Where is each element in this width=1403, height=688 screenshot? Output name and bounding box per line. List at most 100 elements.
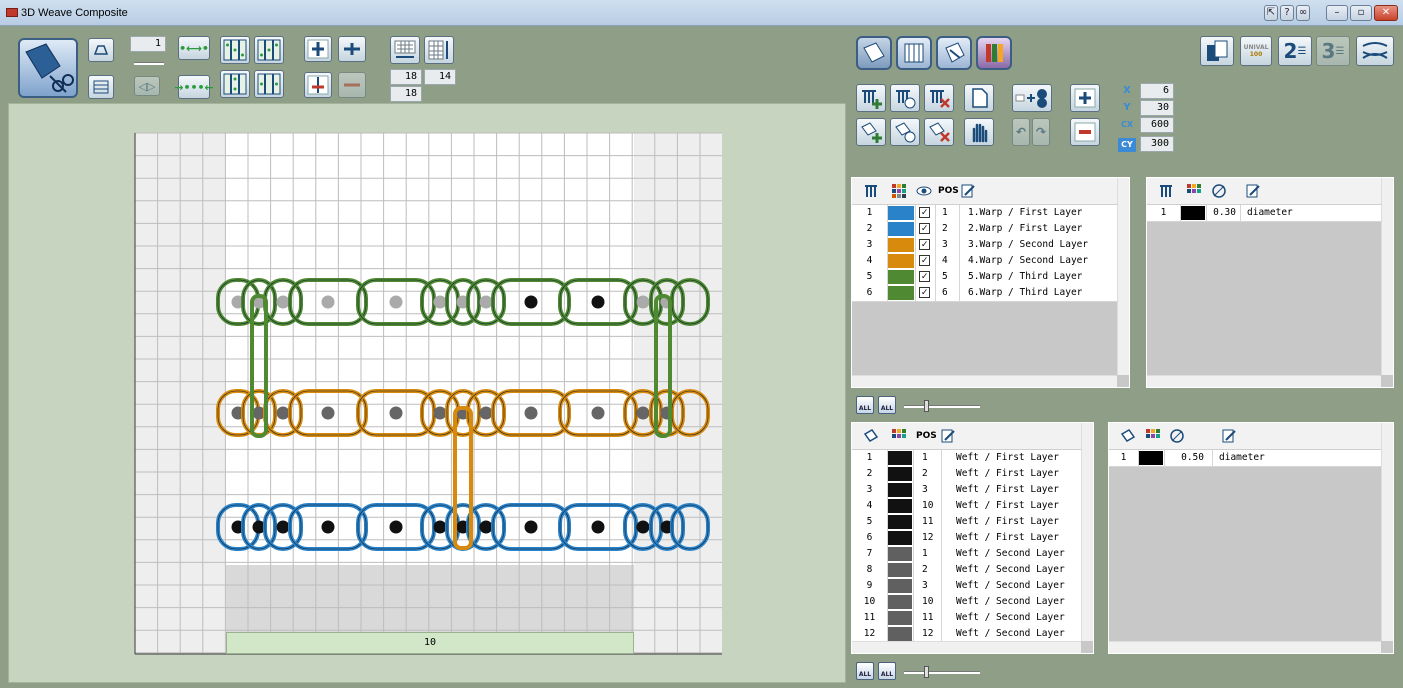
color-cell[interactable] [888,546,914,562]
weft-yarn-vscroll[interactable] [1381,423,1393,641]
coord-x-input[interactable]: 6 [1140,83,1174,99]
link-icon[interactable]: ∞ [1296,5,1310,21]
color-cell[interactable] [888,578,914,594]
table-row[interactable]: 3 ✓ 3 3.Warp / Second Layer [852,237,1117,254]
table-row[interactable]: 2 ✓ 2 2.Warp / First Layer [852,221,1117,238]
help-icon[interactable]: ? [1280,5,1294,21]
color-swatch[interactable] [888,286,914,300]
row-name[interactable]: Weft / First Layer [942,466,1081,482]
pin-icon[interactable]: ⇱ [1264,5,1278,21]
opacity-slider-thumb-bottom[interactable] [924,666,929,678]
visible-checkbox[interactable]: ✓ [919,255,930,266]
diameter-value[interactable]: 0.30 [1207,205,1241,221]
color-cell[interactable] [888,466,914,482]
color-swatch[interactable] [888,238,914,252]
color-cell[interactable] [888,253,916,269]
color-swatch[interactable] [888,595,912,609]
visible-checkbox[interactable]: ✓ [919,271,930,282]
row-name[interactable]: Weft / First Layer [942,514,1081,530]
coord-cy-input[interactable]: 300 [1140,136,1174,152]
color-cell[interactable] [888,610,914,626]
table-row[interactable]: 4 ✓ 4 4.Warp / Second Layer [852,253,1117,270]
color-swatch[interactable] [888,254,914,268]
opacity-slider-thumb-top[interactable] [924,400,929,412]
table-row[interactable]: 2 2 Weft / First Layer [852,466,1081,483]
unival-button[interactable]: UNIVAL 100 [1240,36,1272,66]
color-swatch[interactable] [888,270,914,284]
color-swatch[interactable] [888,451,912,465]
color-swatch[interactable] [888,611,912,625]
table-row[interactable]: 1 1 Weft / First Layer [852,450,1081,467]
warp-mode-button[interactable] [896,36,932,70]
row-name[interactable]: Weft / Second Layer [942,610,1081,626]
move-warp-button[interactable] [890,84,920,112]
diameter-name[interactable]: diameter [1213,450,1381,466]
table-row[interactable]: 5 ✓ 5 5.Warp / Third Layer [852,269,1117,286]
row-name[interactable]: Weft / Second Layer [942,546,1081,562]
table-row[interactable]: 8 2 Weft / Second Layer [852,562,1081,579]
opacity-slider-bottom[interactable] [904,671,980,674]
table-row[interactable]: 1 0.30 diameter [1147,205,1381,222]
visible-cell[interactable]: ✓ [916,221,936,237]
weave-flow-button[interactable] [1356,36,1394,66]
visible-checkbox[interactable]: ✓ [919,207,930,218]
redo-button[interactable]: ↷ [1032,118,1050,146]
delete-weft-button[interactable] [924,118,954,146]
row-name[interactable]: Weft / First Layer [942,498,1081,514]
color-cell[interactable] [1181,205,1207,221]
table-row[interactable]: 5 11 Weft / First Layer [852,514,1081,531]
color-cell[interactable] [888,562,914,578]
color-swatch[interactable] [1181,206,1205,220]
table-row[interactable]: 7 1 Weft / Second Layer [852,546,1081,563]
pan-button[interactable] [964,118,994,146]
maximize-button[interactable]: ▫ [1350,5,1372,21]
table-row[interactable]: 1 0.50 diameter [1109,450,1381,467]
weft-yarn-hscroll[interactable] [1109,641,1381,653]
renumber-button[interactable] [1012,84,1052,112]
weft-mode-button[interactable] [856,36,892,70]
table-row[interactable]: 11 11 Weft / Second Layer [852,610,1081,627]
opacity-slider-top[interactable] [904,405,980,408]
color-cell[interactable] [888,205,916,221]
grid-add-button[interactable] [1070,84,1100,112]
color-cell[interactable] [888,285,916,301]
visible-cell[interactable]: ✓ [916,285,936,301]
visible-cell[interactable]: ✓ [916,253,936,269]
warp-yarn-hscroll[interactable] [1147,375,1381,387]
visible-cell[interactable]: ✓ [916,237,936,253]
color-swatch[interactable] [888,467,912,481]
color-swatch[interactable] [888,627,912,641]
row-name[interactable]: Weft / Second Layer [942,562,1081,578]
color-cell[interactable] [888,530,914,546]
row-name[interactable]: 4.Warp / Second Layer [960,253,1117,269]
color-cell[interactable] [888,221,916,237]
color-cell[interactable] [888,498,914,514]
document-button[interactable] [964,84,994,112]
weft-table-hscroll[interactable] [852,641,1081,653]
row-name[interactable]: 5.Warp / Third Layer [960,269,1117,285]
move-weft-button[interactable] [890,118,920,146]
row-name[interactable]: Weft / First Layer [942,450,1081,466]
show-all-weft-button[interactable]: ALL [856,396,874,414]
visible-cell[interactable]: ✓ [916,205,936,221]
coord-cx-input[interactable]: 600 [1140,117,1174,133]
color-cell[interactable] [888,269,916,285]
table-row[interactable]: 10 10 Weft / Second Layer [852,594,1081,611]
table-row[interactable]: 6 ✓ 6 6.Warp / Third Layer [852,285,1117,302]
row-name[interactable]: 6.Warp / Third Layer [960,285,1117,301]
diameter-value[interactable]: 0.50 [1165,450,1213,466]
table-row[interactable]: 3 3 Weft / First Layer [852,482,1081,499]
undo-button[interactable]: ↶ [1012,118,1030,146]
color-swatch[interactable] [888,547,912,561]
table-row[interactable]: 6 12 Weft / First Layer [852,530,1081,547]
close-button[interactable]: ✕ [1374,5,1398,21]
warp-table-hscroll[interactable] [852,375,1117,387]
color-cell[interactable] [888,594,914,610]
row-name[interactable]: 2.Warp / First Layer [960,221,1117,237]
visible-checkbox[interactable]: ✓ [919,223,930,234]
color-swatch[interactable] [888,563,912,577]
color-swatch[interactable] [888,515,912,529]
color-swatch[interactable] [888,499,912,513]
color-swatch[interactable] [888,222,914,236]
grid-remove-button[interactable] [1070,118,1100,146]
